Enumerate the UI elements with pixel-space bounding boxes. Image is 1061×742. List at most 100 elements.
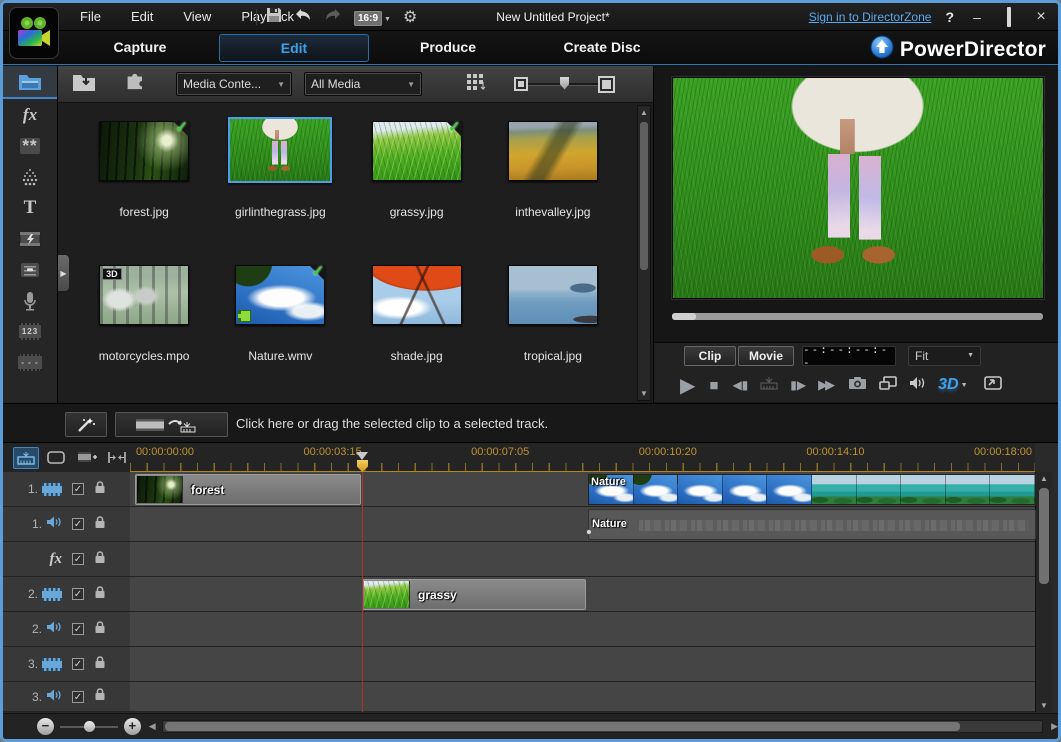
play-button[interactable]: ▶: [680, 373, 695, 398]
track-lock-icon[interactable]: [94, 550, 106, 569]
aspect-ratio-dropdown[interactable]: 16:9▼: [354, 8, 391, 26]
track-lock-icon[interactable]: [94, 655, 106, 674]
media-thumbnail[interactable]: [508, 121, 598, 181]
plugin-puzzle-icon[interactable]: [124, 72, 146, 97]
zoom-out-button[interactable]: −: [37, 718, 54, 735]
scroll-up-icon[interactable]: ▲: [638, 108, 650, 117]
track-header[interactable]: fx✓: [3, 542, 130, 576]
track-enable-checkbox[interactable]: ✓: [72, 623, 84, 635]
zoom-slider-knob[interactable]: [84, 721, 95, 732]
insert-to-timeline-button[interactable]: [115, 412, 228, 437]
thumbnail-size-slider[interactable]: [528, 83, 598, 86]
sidebar-item-media-room[interactable]: [3, 66, 57, 99]
mark-in-ruler-icon[interactable]: [760, 376, 778, 395]
sidebar-item-pip-objects-room[interactable]: **: [3, 130, 57, 161]
media-item-grassy.jpg[interactable]: ✓grassy.jpg: [349, 113, 485, 253]
media-thumbnail[interactable]: ✓: [99, 121, 189, 181]
sidebar-item-transition-room[interactable]: [3, 223, 57, 254]
tab-produce[interactable]: Produce: [373, 32, 523, 65]
media-thumbnail[interactable]: [372, 265, 462, 325]
track-header[interactable]: 1.✓: [3, 507, 130, 541]
track-content[interactable]: [130, 612, 1035, 646]
movie-mode-button[interactable]: Movie: [738, 346, 794, 366]
close-button[interactable]: ×: [1032, 8, 1050, 26]
media-thumbnail[interactable]: 3D: [99, 265, 189, 325]
clip-nature-video[interactable]: [588, 474, 1036, 505]
media-item-Nature.wmv[interactable]: ✓Nature.wmv: [212, 257, 348, 397]
track-enable-checkbox[interactable]: ✓: [72, 483, 84, 495]
media-thumbnail[interactable]: [508, 265, 598, 325]
scrollbar-thumb[interactable]: [1039, 488, 1049, 584]
track-lock-icon[interactable]: [94, 480, 106, 499]
3d-dropdown-caret[interactable]: ▼: [961, 382, 968, 389]
minimize-button[interactable]: –: [968, 9, 986, 25]
range-select-button[interactable]: [104, 447, 130, 469]
library-flyout-handle[interactable]: ▶: [58, 255, 69, 291]
help-button[interactable]: ?: [945, 9, 954, 25]
save-icon[interactable]: [266, 7, 282, 28]
sidebar-item-subtitle-room[interactable]: - - -: [3, 347, 57, 378]
sidebar-item-voiceover-room[interactable]: [3, 285, 57, 316]
thumbnail-large-icon[interactable]: [598, 76, 615, 93]
track-manager-button[interactable]: [74, 447, 100, 469]
sidebar-item-title-room[interactable]: T: [3, 192, 57, 223]
sidebar-item-particle-room[interactable]: [3, 161, 57, 192]
dual-preview-icon[interactable]: [879, 376, 897, 395]
timeline-ruler[interactable]: 00:00:00:0000:00:03:1500:00:07:0500:00:1…: [130, 443, 1035, 472]
sidebar-item-chapter-room[interactable]: 123: [3, 316, 57, 347]
track-lock-icon[interactable]: [94, 620, 106, 639]
sidebar-item-effect-room[interactable]: fx: [3, 99, 57, 130]
media-thumbnail[interactable]: [228, 117, 332, 183]
import-media-icon[interactable]: [72, 72, 96, 97]
track-header[interactable]: 2.✓: [3, 577, 130, 611]
track-enable-checkbox[interactable]: ✓: [72, 518, 84, 530]
track-enable-checkbox[interactable]: ✓: [72, 588, 84, 600]
playhead-grip[interactable]: [356, 452, 368, 460]
track-lock-icon[interactable]: [94, 585, 106, 604]
track-header[interactable]: 2.✓: [3, 612, 130, 646]
scroll-up-icon[interactable]: ▲: [1038, 474, 1050, 483]
sidebar-item-audio-mixing-room[interactable]: [3, 254, 57, 285]
sort-grid-icon[interactable]: [466, 72, 488, 97]
seek-thumb[interactable]: [672, 313, 696, 320]
magic-tools-button[interactable]: [65, 412, 107, 437]
storyboard-view-button[interactable]: [43, 447, 69, 469]
media-item-tropical.jpg[interactable]: tropical.jpg: [485, 257, 621, 397]
clip-mode-button[interactable]: Clip: [684, 346, 736, 366]
track-header[interactable]: 3.✓: [3, 682, 130, 711]
media-filter-dropdown[interactable]: All Media▼: [304, 72, 422, 96]
maximize-button[interactable]: [1000, 9, 1018, 25]
scroll-down-icon[interactable]: ▼: [638, 389, 650, 398]
timecode-display[interactable]: --:--:--:--: [802, 346, 896, 366]
stop-button[interactable]: ■: [709, 377, 718, 394]
clip-grassy[interactable]: grassy: [362, 579, 586, 610]
clip-nature-audio[interactable]: Nature: [588, 509, 1036, 540]
timeline-vertical-scrollbar[interactable]: ▲ ▼: [1035, 472, 1051, 712]
scrollbar-thumb[interactable]: [640, 122, 648, 270]
media-item-inthevalley.jpg[interactable]: inthevalley.jpg: [485, 113, 621, 253]
media-thumbnail[interactable]: ✓: [235, 265, 325, 325]
snapshot-camera-icon[interactable]: [848, 376, 867, 395]
preview-seek-bar[interactable]: [672, 313, 1043, 320]
tab-create-disc[interactable]: Create Disc: [527, 32, 677, 65]
track-lock-icon[interactable]: [94, 687, 106, 706]
tab-edit[interactable]: Edit: [219, 34, 369, 62]
media-item-motorcycles.mpo[interactable]: 3Dmotorcycles.mpo: [76, 257, 212, 397]
signin-link[interactable]: Sign in to DirectorZone: [809, 10, 932, 24]
menu-file[interactable]: File: [65, 3, 116, 31]
track-header[interactable]: 3.✓: [3, 647, 130, 681]
zoom-in-button[interactable]: +: [124, 718, 141, 735]
scroll-left-icon[interactable]: ◀: [149, 721, 156, 732]
timeline-horizontal-scrollbar[interactable]: [162, 720, 1043, 733]
track-lock-icon[interactable]: [94, 515, 106, 534]
3d-toggle-button[interactable]: 3D: [938, 376, 958, 394]
next-frame-button[interactable]: ▮▶: [790, 378, 806, 392]
scroll-down-icon[interactable]: ▼: [1038, 701, 1050, 710]
settings-gear-icon[interactable]: ⚙: [403, 7, 417, 27]
fast-forward-button[interactable]: ▶▶: [818, 377, 832, 393]
track-content[interactable]: [130, 682, 1035, 711]
scrollbar-thumb[interactable]: [165, 722, 960, 731]
timeline-zoom-slider[interactable]: [60, 726, 118, 728]
thumbnail-small-icon[interactable]: [514, 77, 528, 91]
media-item-shade.jpg[interactable]: shade.jpg: [349, 257, 485, 397]
